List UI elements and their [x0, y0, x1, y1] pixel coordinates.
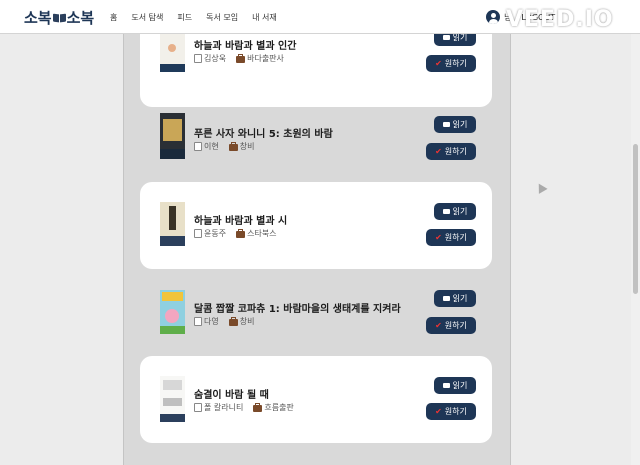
book-title[interactable]: 하늘과 바람과 별과 시: [194, 212, 287, 227]
user-avatar-icon[interactable]: [486, 10, 500, 24]
book-author: 다영: [204, 317, 219, 326]
check-icon: ✔: [435, 146, 442, 156]
want-button[interactable]: ✔ 원하기: [426, 143, 476, 160]
book-icon: [442, 383, 450, 388]
want-button[interactable]: ✔ 원하기: [426, 403, 476, 420]
book-title[interactable]: 하늘과 바람과 별과 인간: [194, 37, 296, 52]
want-button[interactable]: ✔ 원하기: [426, 55, 476, 72]
nav-book-search[interactable]: 도서 탐색: [131, 12, 163, 23]
book-cover-1[interactable]: [160, 34, 185, 72]
logo-text-left: 소복: [24, 9, 52, 27]
book-publisher: 스타북스: [247, 229, 277, 238]
book-cover-2[interactable]: [160, 113, 185, 159]
publisher-icon: [253, 403, 263, 412]
book-icon: [442, 122, 450, 127]
want-button[interactable]: ✔ 원하기: [426, 229, 476, 246]
book-icon: [442, 35, 450, 40]
book-author: 김상욱: [204, 54, 227, 63]
publisher-icon: [236, 54, 246, 63]
book-cover-5[interactable]: [160, 376, 185, 422]
author-icon: [194, 142, 202, 151]
want-label: 원하기: [444, 59, 467, 68]
book-meta: 다영 창비: [194, 316, 254, 327]
site-logo[interactable]: 소복 소복: [24, 7, 94, 28]
publisher-icon: [228, 142, 238, 151]
book-cover-3[interactable]: [160, 202, 185, 246]
book-card[interactable]: 하늘과 바람과 별과 시 윤동주 스타북스 읽기 ✔ 원하기: [140, 182, 492, 269]
book-title[interactable]: 푸른 사자 와니니 5: 초원의 바람: [194, 125, 333, 140]
book-meta: 윤동주 스타북스: [194, 228, 277, 239]
book-title[interactable]: 달콤 짭짤 코파츄 1: 바람마을의 생태계를 지켜라: [194, 300, 401, 315]
nav-feed[interactable]: 피드: [177, 12, 192, 23]
author-icon: [194, 317, 202, 326]
veed-watermark: VEED.IO: [506, 7, 614, 32]
read-label: 읽기: [452, 207, 468, 216]
book-card[interactable]: 달콤 짭짤 코파츄 1: 바람마을의 생태계를 지켜라 다영 창비 읽기 ✔ 원하…: [140, 270, 492, 357]
logo-text-right: 소복: [66, 9, 95, 27]
book-meta: 김상욱 바다출판사: [194, 53, 284, 64]
main-nav: 홈 도서 탐색 피드 독서 모임 내 서재: [110, 12, 277, 23]
book-author: 윤동주: [204, 229, 227, 238]
book-publisher: 창비: [239, 317, 255, 326]
check-icon: ✔: [435, 320, 442, 330]
want-button[interactable]: ✔ 원하기: [426, 317, 476, 334]
nav-reading-group[interactable]: 독서 모임: [206, 12, 238, 23]
book-logo-icon: [53, 13, 66, 23]
author-icon: [194, 54, 202, 63]
page-scrollbar[interactable]: [631, 34, 640, 465]
read-button[interactable]: 읽기: [434, 377, 476, 394]
check-icon: ✔: [435, 58, 442, 68]
book-publisher: 바다출판사: [247, 54, 284, 63]
read-label: 읽기: [452, 294, 468, 303]
want-label: 원하기: [444, 321, 467, 330]
book-icon: [442, 209, 450, 214]
read-button[interactable]: 읽기: [434, 290, 476, 307]
read-label: 읽기: [452, 381, 468, 390]
read-button[interactable]: 읽기: [434, 203, 476, 220]
book-author: 이현: [204, 142, 219, 151]
book-publisher: 흐름출판: [264, 403, 294, 412]
check-icon: ✔: [435, 232, 442, 242]
nav-home[interactable]: 홈: [110, 12, 117, 23]
book-author: 폴 칼라니티: [204, 403, 244, 412]
mouse-cursor-icon: [534, 181, 548, 194]
check-icon: ✔: [435, 406, 442, 416]
want-label: 원하기: [444, 147, 467, 156]
author-icon: [194, 403, 202, 412]
scrollbar-thumb[interactable]: [633, 144, 638, 294]
book-title[interactable]: 숨결이 바람 될 때: [194, 386, 269, 401]
publisher-icon: [228, 317, 238, 326]
publisher-icon: [236, 229, 246, 238]
read-button[interactable]: 읽기: [434, 116, 476, 133]
book-meta: 폴 칼라니티 흐름출판: [194, 402, 294, 413]
book-card[interactable]: 숨결이 바람 될 때 폴 칼라니티 흐름출판 읽기 ✔ 원하기: [140, 356, 492, 443]
book-publisher: 창비: [239, 142, 255, 151]
nav-my-library[interactable]: 내 서재: [252, 12, 277, 23]
want-label: 원하기: [444, 407, 467, 416]
book-meta: 이현 창비: [194, 141, 254, 152]
author-icon: [194, 229, 202, 238]
want-label: 원하기: [444, 233, 467, 242]
book-icon: [442, 296, 450, 301]
book-cover-4[interactable]: [160, 290, 185, 334]
read-label: 읽기: [452, 120, 468, 129]
